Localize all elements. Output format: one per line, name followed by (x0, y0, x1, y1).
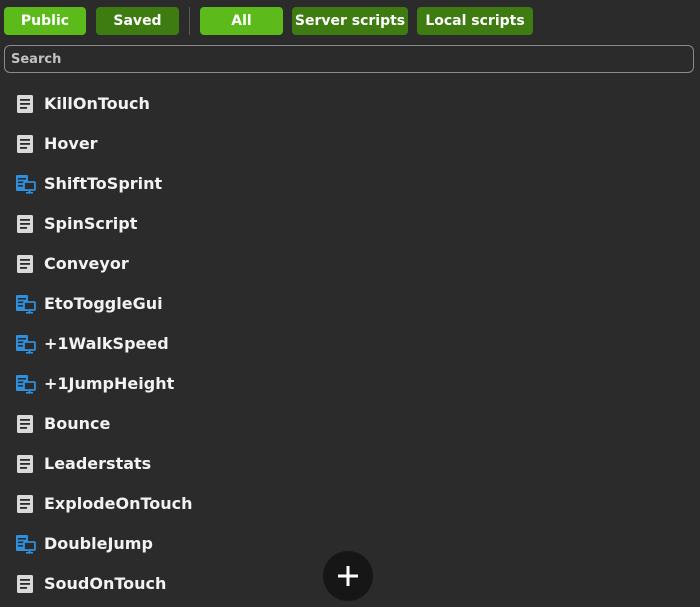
local-script-icon (15, 334, 37, 354)
script-name: Bounce (44, 414, 111, 433)
script-row[interactable]: ShiftToSprint (0, 164, 700, 204)
script-name: SoudOnTouch (44, 574, 167, 593)
filter-public-button[interactable]: Public (4, 7, 86, 35)
script-name: Leaderstats (44, 454, 152, 473)
server-script-icon (15, 134, 37, 154)
server-script-icon (17, 455, 33, 473)
local-script-icon (16, 375, 36, 394)
script-row[interactable]: ExplodeOnTouch (0, 484, 700, 524)
script-row[interactable]: Leaderstats (0, 444, 700, 484)
server-script-icon (15, 494, 37, 514)
local-script-icon (16, 295, 36, 314)
filter-all-button[interactable]: All (200, 7, 283, 35)
script-name: ShiftToSprint (44, 174, 163, 193)
server-script-icon (15, 214, 37, 234)
filter-saved-button[interactable]: Saved (96, 7, 179, 35)
script-row[interactable]: Hover (0, 124, 700, 164)
script-list: KillOnTouch Hover ShiftToSprint SpinScript C… (0, 84, 700, 607)
local-script-icon (15, 374, 37, 394)
script-name: Conveyor (44, 254, 129, 273)
script-name: Hover (44, 134, 98, 153)
server-script-icon (15, 94, 37, 114)
script-row[interactable]: Conveyor (0, 244, 700, 284)
server-script-icon (17, 95, 33, 113)
server-script-icon (17, 495, 33, 513)
server-script-icon (17, 415, 33, 433)
script-row[interactable]: Bounce (0, 404, 700, 444)
script-name: KillOnTouch (44, 94, 150, 113)
script-name: +1WalkSpeed (44, 334, 169, 353)
server-script-icon (17, 135, 33, 153)
local-script-icon (16, 175, 36, 194)
local-script-icon (16, 335, 36, 354)
search-input[interactable] (5, 46, 693, 72)
script-row[interactable]: EtoToggleGui (0, 284, 700, 324)
script-row[interactable]: +1WalkSpeed (0, 324, 700, 364)
server-script-icon (17, 255, 33, 273)
server-script-icon (15, 254, 37, 274)
script-name: EtoToggleGui (44, 294, 163, 313)
add-script-button[interactable] (323, 551, 373, 601)
script-name: +1JumpHeight (44, 374, 175, 393)
filter-toolbar: Public Saved All Server scripts Local sc… (0, 0, 700, 42)
local-script-icon (15, 174, 37, 194)
server-script-icon (17, 215, 33, 233)
search-box (4, 45, 694, 73)
script-name: SpinScript (44, 214, 138, 233)
local-script-icon (15, 534, 37, 554)
local-script-icon (16, 535, 36, 554)
script-name: ExplodeOnTouch (44, 494, 193, 513)
server-script-icon (15, 574, 37, 594)
filter-local-scripts-button[interactable]: Local scripts (417, 7, 533, 35)
filter-server-scripts-button[interactable]: Server scripts (292, 7, 408, 35)
server-script-icon (15, 414, 37, 434)
toolbar-divider (189, 7, 190, 35)
script-row[interactable]: +1JumpHeight (0, 364, 700, 404)
server-script-icon (17, 575, 33, 593)
script-row[interactable]: SpinScript (0, 204, 700, 244)
local-script-icon (15, 294, 37, 314)
script-name: DoubleJump (44, 534, 153, 553)
plus-icon (338, 566, 358, 586)
server-script-icon (15, 454, 37, 474)
script-row[interactable]: KillOnTouch (0, 84, 700, 124)
